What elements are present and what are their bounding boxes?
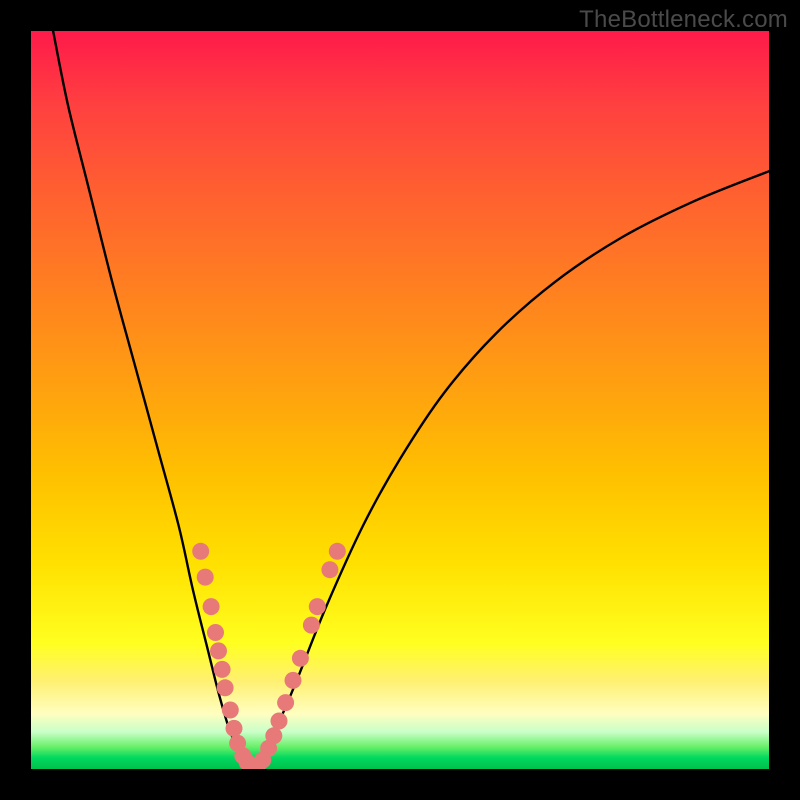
data-point [309, 598, 326, 615]
data-point [217, 679, 234, 696]
data-points-group [192, 543, 346, 769]
data-point [292, 650, 309, 667]
data-point [303, 617, 320, 634]
bottleneck-curve-path [53, 31, 769, 769]
data-point [222, 702, 239, 719]
data-point [271, 713, 288, 730]
data-point [226, 720, 243, 737]
data-point [277, 694, 294, 711]
data-point [321, 561, 338, 578]
data-point [210, 642, 227, 659]
data-point [329, 543, 346, 560]
data-point [197, 569, 214, 586]
data-point [192, 543, 209, 560]
watermark-text: TheBottleneck.com [579, 6, 788, 34]
plot-area [31, 31, 769, 769]
chart-svg [31, 31, 769, 769]
data-point [203, 598, 220, 615]
curve-line [53, 31, 769, 769]
data-point [285, 672, 302, 689]
data-point [207, 624, 224, 641]
chart-frame: TheBottleneck.com [0, 0, 800, 800]
data-point [214, 661, 231, 678]
